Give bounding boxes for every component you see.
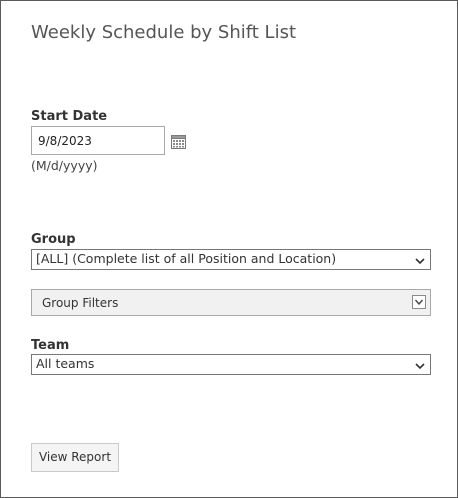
group-select[interactable]: [ALL] (Complete list of all Position and… bbox=[31, 249, 431, 270]
start-date-label: Start Date bbox=[31, 109, 108, 124]
chevron-down-icon bbox=[415, 359, 425, 370]
view-report-button[interactable]: View Report bbox=[31, 443, 119, 472]
date-format-hint: (M/d/yyyy) bbox=[31, 158, 98, 173]
chevron-down-icon bbox=[415, 254, 425, 265]
group-filters-label: Group Filters bbox=[42, 296, 119, 310]
chevron-down-icon bbox=[412, 295, 426, 309]
group-label: Group bbox=[31, 232, 76, 247]
page-title: Weekly Schedule by Shift List bbox=[31, 22, 297, 43]
group-selected-value: [ALL] (Complete list of all Position and… bbox=[36, 251, 337, 266]
report-panel: Weekly Schedule by Shift List Start Date… bbox=[0, 0, 458, 498]
start-date-input[interactable] bbox=[31, 126, 165, 155]
team-select[interactable]: All teams bbox=[31, 354, 431, 375]
calendar-icon[interactable] bbox=[171, 134, 186, 149]
team-label: Team bbox=[31, 338, 70, 353]
team-selected-value: All teams bbox=[36, 356, 95, 371]
group-filters-toggle[interactable]: Group Filters bbox=[31, 289, 431, 316]
